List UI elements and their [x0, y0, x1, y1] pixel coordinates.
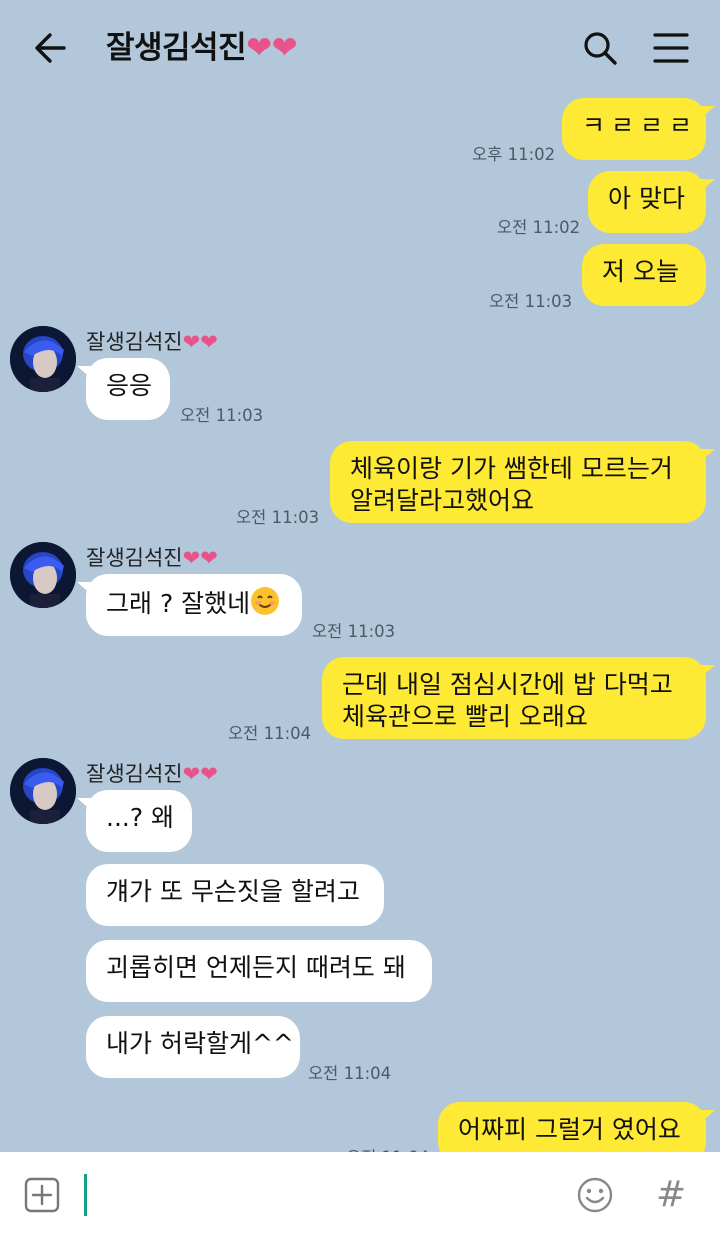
message-time: 오전 11:02: [497, 218, 581, 237]
chat-title: 잘생김석진❤❤: [106, 30, 298, 66]
my-message-bubble[interactable]: 아 맞다: [588, 171, 715, 233]
their-message-bubble[interactable]: ...? 왜: [77, 790, 192, 852]
plus-icon[interactable]: [24, 1177, 60, 1213]
avatar-portrait: [10, 326, 76, 392]
message-time: 오전 11:03: [236, 508, 320, 527]
my-message-bubble[interactable]: 근데 내일 점심시간에 밥 다먹고 체육관으로 빨리 오래요: [322, 657, 715, 739]
message-time: 오전 11:03: [180, 406, 264, 425]
menu-icon[interactable]: [652, 30, 690, 66]
message-time: 오후 11:02: [472, 145, 556, 164]
chat-header: 잘생김석진❤❤: [0, 0, 720, 96]
their-message-bubble[interactable]: 그래 ? 잘했네: [77, 574, 302, 636]
their-message-bubble[interactable]: 응응: [77, 358, 170, 420]
contact-avatar[interactable]: [10, 542, 76, 608]
message-time: 오전 11:03: [489, 292, 573, 311]
my-message-bubble[interactable]: 체육이랑 기가 쌤한테 모르는거 알려달라고했어요: [330, 441, 715, 523]
contact-name: 잘생김석진❤❤: [86, 546, 218, 570]
my-message-bubble[interactable]: 어짜피 그럴거 였어요: [438, 1102, 715, 1152]
avatar-portrait: [10, 542, 76, 608]
their-message-bubble[interactable]: 걔가 또 무슨짓을 할려고: [86, 864, 384, 926]
my-message-bubble[interactable]: ㅋㄹㄹㄹ: [562, 98, 715, 160]
contact-name: 잘생김석진❤❤: [86, 330, 218, 354]
their-message-bubble[interactable]: 내가 허락할게^^: [86, 1016, 300, 1078]
chat-area[interactable]: ㅋㄹㄹㄹ 오후 11:02 아 맞다 오전 11:02 저 오늘 오전 11:0…: [0, 0, 720, 1152]
hash-icon[interactable]: #: [656, 1174, 686, 1216]
my-message-bubble[interactable]: 저 오늘: [582, 244, 706, 306]
their-message-bubble[interactable]: 괴롭히면 언제든지 때려도 돼: [86, 940, 432, 1002]
message-input[interactable]: [84, 1174, 87, 1216]
message-time: 오전 11:03: [312, 622, 396, 641]
emoji-icon[interactable]: [576, 1176, 614, 1214]
message-time: 오전 11:04: [346, 1144, 429, 1152]
smiling-emoji-icon: [251, 587, 280, 615]
avatar-portrait: [10, 758, 76, 824]
message-line: 알려달라고했어요: [350, 486, 535, 515]
search-icon[interactable]: [580, 28, 620, 68]
message-time: 오전 11:04: [308, 1064, 392, 1083]
message-line: 근데 내일 점심시간에 밥 다먹고: [342, 670, 673, 699]
heart-icons: ❤❤: [246, 30, 298, 66]
message-input-bar: #: [0, 1152, 720, 1237]
back-arrow-icon[interactable]: [30, 28, 70, 68]
message-line: 체육관으로 빨리 오래요: [342, 702, 588, 731]
message-line: 체육이랑 기가 쌤한테 모르는거: [350, 454, 673, 483]
contact-avatar[interactable]: [10, 758, 76, 824]
contact-avatar[interactable]: [10, 326, 76, 392]
message-text: 그래 ? 잘했네: [106, 589, 251, 618]
contact-name: 잘생김석진❤❤: [86, 762, 218, 786]
message-time: 오전 11:04: [228, 724, 312, 743]
